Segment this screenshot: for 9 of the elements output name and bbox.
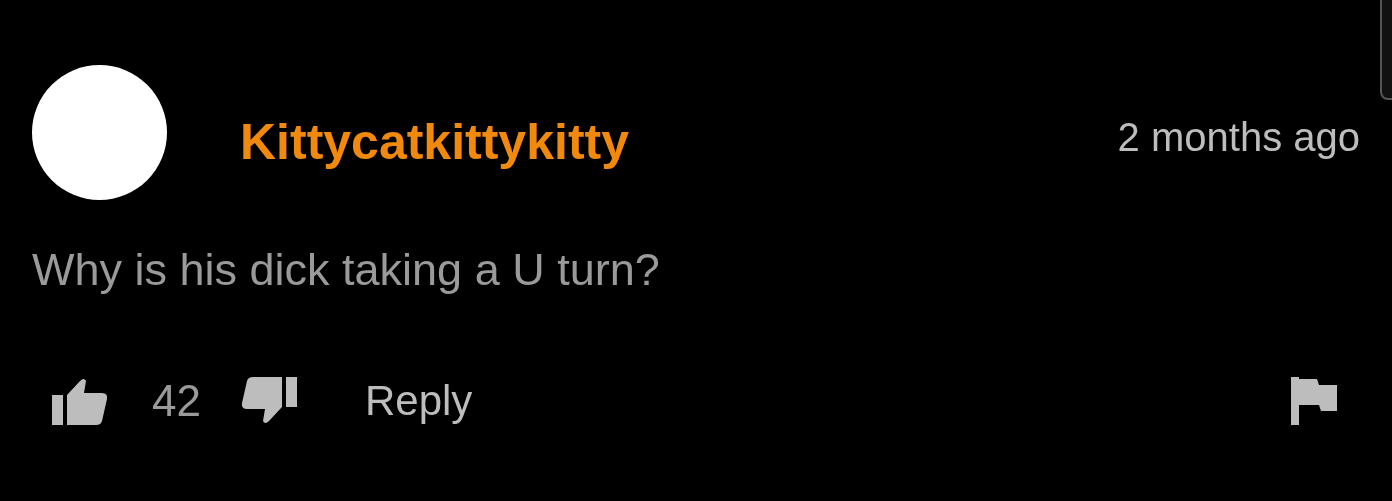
comment-text: Why is his dick taking a U turn?: [32, 243, 661, 297]
flag-icon[interactable]: [1291, 377, 1337, 425]
thumbs-down-icon[interactable]: [240, 377, 297, 425]
username: Kittycatkittykitty: [240, 113, 629, 171]
timestamp: 2 months ago: [1117, 114, 1360, 160]
scrollbar[interactable]: [1380, 0, 1392, 100]
thumbs-up-icon[interactable]: [52, 377, 108, 425]
like-count: 42: [152, 376, 201, 426]
reply-button[interactable]: Reply: [364, 377, 473, 425]
